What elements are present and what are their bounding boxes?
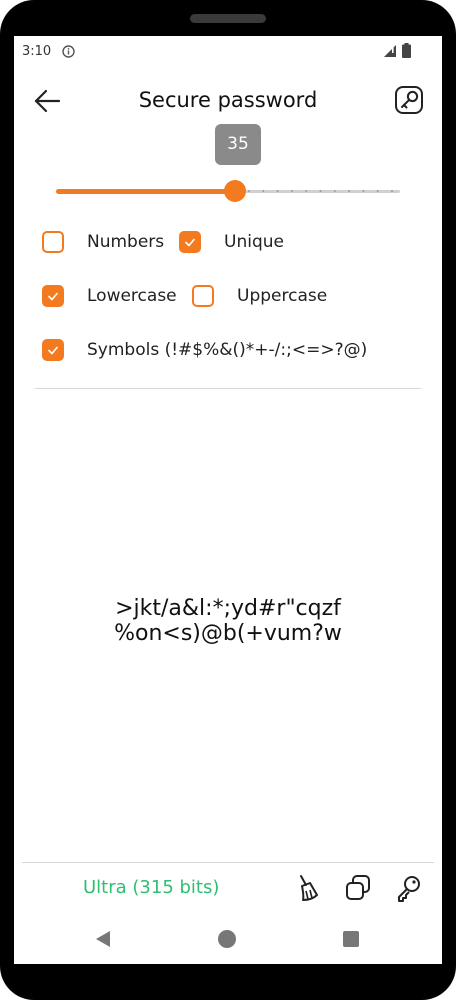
symbols-option[interactable]: Symbols (!#$%&()*+-/:;<=>?@) [42, 337, 367, 367]
slider-tick [362, 190, 365, 192]
info-circle-icon [62, 45, 75, 58]
page-title: Secure password [138, 88, 318, 112]
slider-tick [248, 190, 250, 192]
symbols-label: Symbols (!#$%&()*+-/:;<=>?@) [87, 340, 368, 360]
checkmark-icon [185, 238, 195, 247]
slider-tick [348, 190, 351, 192]
uppercase-label: Uppercase [237, 286, 328, 306]
device-frame: 3:10 Secure password 35 Numbers Unique L… [0, 0, 456, 1000]
slider-tick [376, 190, 379, 192]
key-icon[interactable] [394, 85, 424, 115]
slider-tick [319, 190, 322, 192]
uppercase-checkbox[interactable] [192, 285, 214, 307]
symbols-checkbox[interactable] [42, 339, 64, 361]
system-nav-bar [14, 916, 442, 964]
lowercase-label: Lowercase [87, 286, 177, 306]
checkmark-icon [48, 292, 58, 301]
divider [35, 388, 421, 389]
numbers-checkbox[interactable] [42, 231, 64, 253]
app-bar: Secure password [14, 76, 442, 126]
slider-tick [290, 190, 293, 192]
strength-label: Ultra (315 bits) [83, 877, 220, 898]
unique-option[interactable]: Unique [179, 229, 309, 259]
unique-label: Unique [224, 232, 284, 252]
speaker-grille [190, 14, 266, 23]
unique-checkbox[interactable] [179, 231, 201, 253]
length-badge: 35 [215, 124, 261, 165]
circle-home-icon[interactable] [218, 930, 236, 948]
slider-tick [262, 190, 265, 192]
slider-tick [305, 190, 308, 192]
footer-divider [22, 862, 434, 863]
generated-password[interactable]: >jkt/a&l:*;yd#r"cqzf %on<s)@b(+vum?w [44, 596, 412, 646]
triangle-back-icon[interactable] [94, 930, 112, 948]
numbers-option[interactable]: Numbers [42, 229, 172, 259]
numbers-label: Numbers [87, 232, 165, 252]
checkmark-icon [48, 346, 58, 355]
password-line-2: %on<s)@b(+vum?w [114, 621, 342, 646]
slider-tick [333, 190, 336, 192]
password-line-1: >jkt/a&l:*;yd#r"cqzf [115, 596, 341, 621]
copy-icon[interactable] [344, 873, 372, 903]
key-icon[interactable] [395, 873, 423, 903]
lowercase-checkbox[interactable] [42, 285, 64, 307]
screen: 3:10 Secure password 35 Numbers Unique L… [14, 36, 442, 964]
slider-tick [391, 190, 393, 192]
broom-icon[interactable] [295, 873, 323, 903]
status-time: 3:10 [22, 44, 52, 59]
signal-icon [384, 45, 396, 57]
status-bar: 3:10 [14, 36, 442, 68]
lowercase-option[interactable]: Lowercase [42, 283, 192, 313]
length-slider[interactable] [56, 180, 400, 202]
uppercase-option[interactable]: Uppercase [192, 283, 342, 313]
slider-thumb[interactable] [224, 180, 246, 202]
slider-tick [276, 190, 279, 192]
square-recents-icon[interactable] [343, 931, 359, 947]
battery-icon [402, 43, 411, 58]
